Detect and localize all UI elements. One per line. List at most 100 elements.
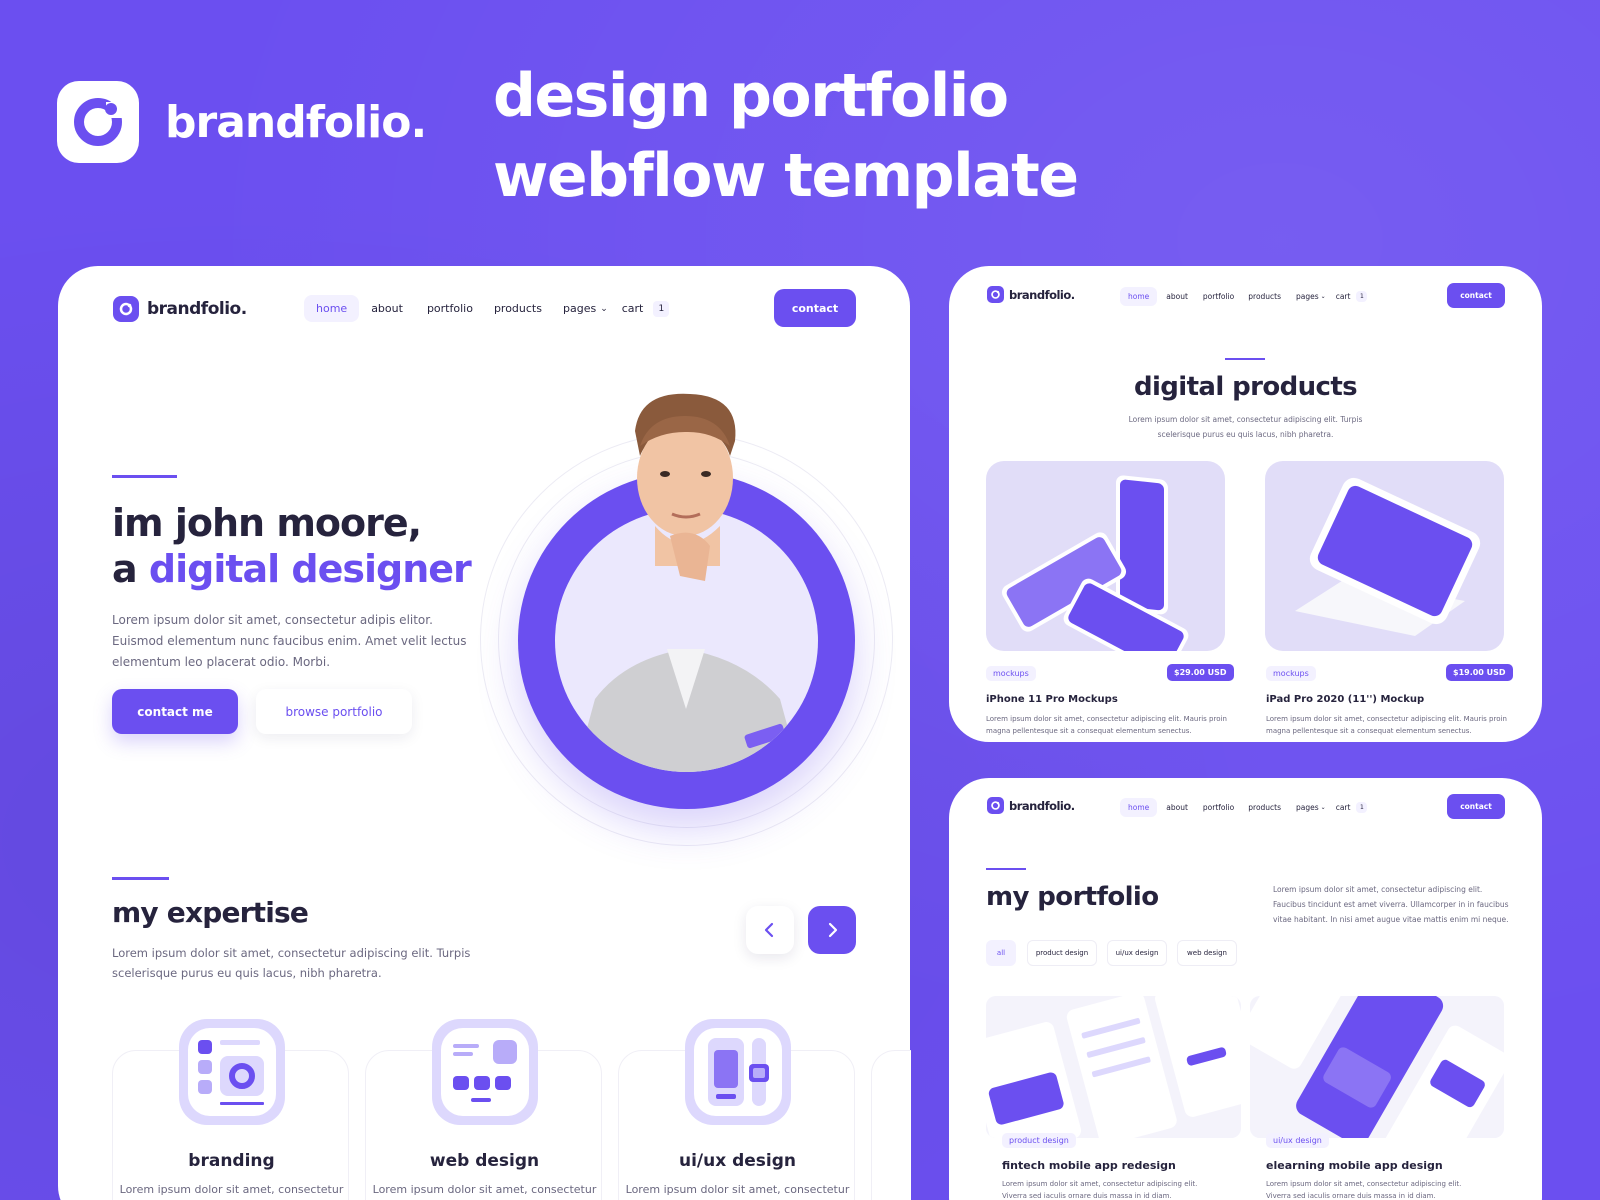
portfolio-tag[interactable]: product design: [1002, 1133, 1076, 1148]
portfolio-desc-line-2: Faucibus tincidunt est amet viverra. Ull…: [1273, 900, 1509, 909]
product-text-line-1: Lorem ipsum dolor sit amet, consectetur …: [1266, 715, 1507, 723]
service-title: branding: [188, 1151, 275, 1171]
products-accent-line: [1225, 358, 1265, 360]
portfolio-text-line-2: Viverra sed iaculis ornare duis massa in…: [1002, 1192, 1172, 1200]
portfolio-item-title[interactable]: fintech mobile app redesign: [1002, 1159, 1176, 1172]
products-desc-line-1: Lorem ipsum dolor sit amet, consectetur …: [1128, 415, 1363, 424]
product-price-badge: $19.00 USD: [1446, 664, 1513, 681]
nav-cart[interactable]: cart: [1336, 803, 1351, 812]
nav-logo[interactable]: brandfolio.: [113, 296, 247, 322]
nav-home[interactable]: home: [1120, 287, 1158, 306]
hero-title-line-1: im john moore,: [112, 501, 422, 545]
hero-title: im john moore, a digital designer: [112, 500, 472, 592]
product-tag[interactable]: mockups: [986, 666, 1036, 681]
nav-portfolio[interactable]: portfolio: [1203, 292, 1234, 301]
service-card-partial: [871, 1050, 911, 1200]
nav-logo[interactable]: brandfolio.: [987, 797, 1075, 814]
contact-me-button[interactable]: contact me: [112, 689, 238, 734]
product-text-line-2: magna pellentesque sit a consequat eleme…: [1266, 727, 1472, 735]
service-text: Lorem ipsum dolor sit amet, consectetur: [372, 1183, 597, 1196]
chevron-left-icon: [764, 922, 774, 938]
banner-brand: brandfolio.: [57, 81, 427, 163]
service-card-ui-ux-design[interactable]: ui/ux design Lorem ipsum dolor sit amet,…: [618, 1019, 855, 1200]
nav-pages[interactable]: pages: [1296, 803, 1319, 812]
chevron-down-icon[interactable]: ⌄: [600, 304, 608, 314]
chevron-down-icon[interactable]: ⌄: [1321, 293, 1326, 300]
nav-home[interactable]: home: [1120, 798, 1158, 817]
nav-about[interactable]: about: [371, 302, 403, 315]
products-description: Lorem ipsum dolor sit amet, consectetur …: [949, 412, 1542, 442]
portfolio-item-title[interactable]: elearning mobile app design: [1266, 1159, 1443, 1172]
hero-description: Lorem ipsum dolor sit amet, consectetur …: [112, 610, 466, 673]
next-arrow-button[interactable]: [808, 906, 856, 954]
cart-count-badge: 1: [1356, 802, 1368, 813]
service-card-branding[interactable]: branding Lorem ipsum dolor sit amet, con…: [112, 1019, 349, 1200]
nav-about[interactable]: about: [1166, 803, 1188, 812]
product-text: Lorem ipsum dolor sit amet, consectetur …: [1266, 713, 1507, 737]
service-card-web-design[interactable]: web design Lorem ipsum dolor sit amet, c…: [365, 1019, 602, 1200]
hero-desc-line-2: Euismod elementum nunc faucibus enim. Am…: [112, 634, 467, 648]
hero-title-line-2: a digital designer: [112, 546, 472, 592]
nav-home[interactable]: home: [304, 295, 360, 322]
nav-links: home about portfolio products pages ⌄ ca…: [1120, 287, 1368, 306]
filter-ui-ux-design[interactable]: ui/ux design: [1107, 940, 1167, 966]
logo-icon: [987, 286, 1004, 303]
product-text: Lorem ipsum dolor sit amet, consectetur …: [986, 713, 1227, 737]
prev-arrow-button[interactable]: [746, 906, 794, 954]
elearning-app-image[interactable]: [1250, 996, 1504, 1138]
ipad-mockup-image[interactable]: [1265, 461, 1504, 651]
browse-portfolio-button[interactable]: browse portfolio: [256, 689, 412, 734]
nav-portfolio[interactable]: portfolio: [1203, 803, 1234, 812]
filter-all[interactable]: all: [986, 940, 1016, 966]
expertise-title: my expertise: [112, 896, 309, 929]
products-desc-line-2: scelerisque purus eu quis lacus, nibh ph…: [1157, 430, 1334, 439]
portfolio-desc-line-1: Lorem ipsum dolor sit amet, consectetur …: [1273, 885, 1483, 894]
nav-cart[interactable]: cart: [1336, 292, 1351, 301]
logo-text: brandfolio.: [1009, 287, 1075, 302]
logo-icon: [987, 797, 1004, 814]
nav-pages[interactable]: pages: [563, 302, 596, 315]
nav-logo[interactable]: brandfolio.: [987, 286, 1075, 303]
hero-accent-line: [112, 475, 177, 478]
product-tag[interactable]: mockups: [1266, 666, 1316, 681]
portrait-head: [635, 393, 736, 581]
iphone-mockup-image[interactable]: [986, 461, 1225, 651]
hero-title-prefix: a: [112, 547, 138, 591]
banner-headline: design portfolio webflow template: [493, 56, 1079, 216]
product-price-badge: $29.00 USD: [1167, 664, 1234, 681]
nav-links: home about portfolio products pages ⌄ ca…: [304, 295, 670, 322]
web-design-icon: [432, 1019, 538, 1125]
nav-about[interactable]: about: [1166, 292, 1188, 301]
cart-count-badge: 1: [653, 300, 670, 317]
service-text: Lorem ipsum dolor sit amet, consectetur: [119, 1183, 344, 1196]
product-title[interactable]: iPhone 11 Pro Mockups: [986, 694, 1118, 705]
nav-cart[interactable]: cart: [622, 302, 644, 315]
nav-portfolio[interactable]: portfolio: [427, 302, 473, 315]
product-title[interactable]: iPad Pro 2020 (11'') Mockup: [1266, 694, 1424, 705]
fintech-app-image[interactable]: [986, 996, 1241, 1138]
products-title: digital products: [1133, 372, 1358, 402]
nav-products[interactable]: products: [494, 302, 542, 315]
portfolio-text-line-1: Lorem ipsum dolor sit amet, consectetur …: [1002, 1180, 1198, 1188]
nav-contact-button[interactable]: contact: [1447, 283, 1505, 308]
nav-products[interactable]: products: [1248, 803, 1281, 812]
nav-products[interactable]: products: [1248, 292, 1281, 301]
filter-web-design[interactable]: web design: [1177, 940, 1237, 966]
portfolio-text-line-1: Lorem ipsum dolor sit amet, consectetur …: [1266, 1180, 1462, 1188]
logo-text: brandfolio.: [1009, 798, 1075, 813]
portfolio-item-text: Lorem ipsum dolor sit amet, consectetur …: [1002, 1178, 1197, 1200]
ui-ux-icon: [685, 1019, 791, 1125]
nav-contact-button[interactable]: contact: [1447, 794, 1505, 819]
filter-product-design[interactable]: product design: [1027, 940, 1097, 966]
portfolio-tag[interactable]: ui/ux design: [1266, 1133, 1329, 1148]
expertise-accent-line: [112, 877, 169, 880]
logo-icon: [113, 296, 139, 322]
banner-brand-name: brandfolio.: [165, 96, 427, 148]
headline-line-1: design portfolio: [493, 61, 1009, 131]
nav-contact-button[interactable]: contact: [774, 289, 856, 327]
portfolio-desc-line-3: vitae habitant. In nisi amet augue vitae…: [1273, 915, 1509, 924]
chevron-down-icon[interactable]: ⌄: [1321, 804, 1326, 811]
nav-pages[interactable]: pages: [1296, 292, 1319, 301]
hero-title-highlight: digital designer: [148, 547, 472, 591]
headline-line-2: webflow template: [493, 141, 1079, 211]
